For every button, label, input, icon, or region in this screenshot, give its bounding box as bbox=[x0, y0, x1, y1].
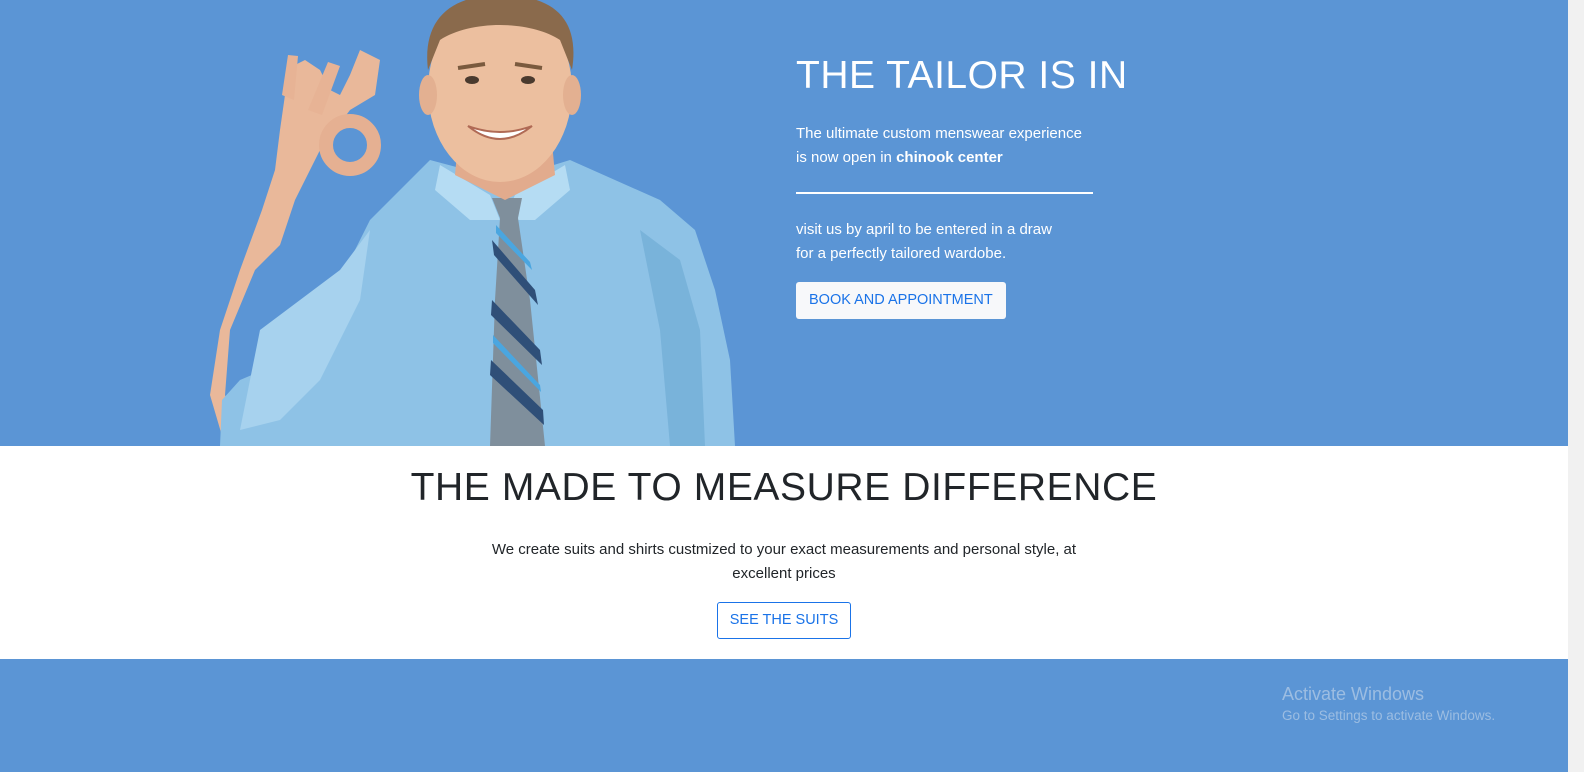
draw-text-line2: for a perfectly tailored wardobe. bbox=[796, 245, 1007, 262]
difference-title: THE MADE TO MEASURE DIFFERENCE bbox=[410, 466, 1158, 509]
see-suits-button[interactable]: SEE THE SUITS bbox=[716, 602, 852, 639]
draw-text: visit us by april to be entered in a dra… bbox=[796, 218, 1216, 266]
difference-text: We create suits and shirts custmized to … bbox=[491, 541, 1077, 582]
draw-text-line1: visit us by april to be entered in a dra… bbox=[796, 221, 1052, 238]
book-appointment-button[interactable]: BOOK AND APPOINTMENT bbox=[796, 282, 1006, 319]
hero-description: The ultimate custom menswear experience … bbox=[796, 122, 1216, 170]
hero-title: THE TAILOR IS IN bbox=[796, 54, 1128, 97]
hero-content: THE TAILOR IS IN The ultimate custom men… bbox=[796, 52, 1216, 319]
watermark-title: Activate Windows bbox=[1282, 684, 1425, 704]
model-photo bbox=[210, 0, 735, 446]
location-name: chinook center bbox=[896, 149, 1003, 166]
difference-section: THE MADE TO MEASURE DIFFERENCE We create… bbox=[0, 446, 1568, 659]
hero-description-line1: The ultimate custom menswear experience bbox=[796, 125, 1082, 142]
divider bbox=[796, 192, 1093, 194]
hero-description-prefix: is now open in bbox=[796, 149, 897, 166]
windows-activation-watermark: Activate Windows Go to Settings to activ… bbox=[1282, 683, 1495, 726]
scrollbar[interactable] bbox=[1568, 0, 1584, 772]
hero-section: THE TAILOR IS IN The ultimate custom men… bbox=[0, 0, 1568, 446]
watermark-subtitle: Go to Settings to activate Windows. bbox=[1282, 708, 1496, 723]
